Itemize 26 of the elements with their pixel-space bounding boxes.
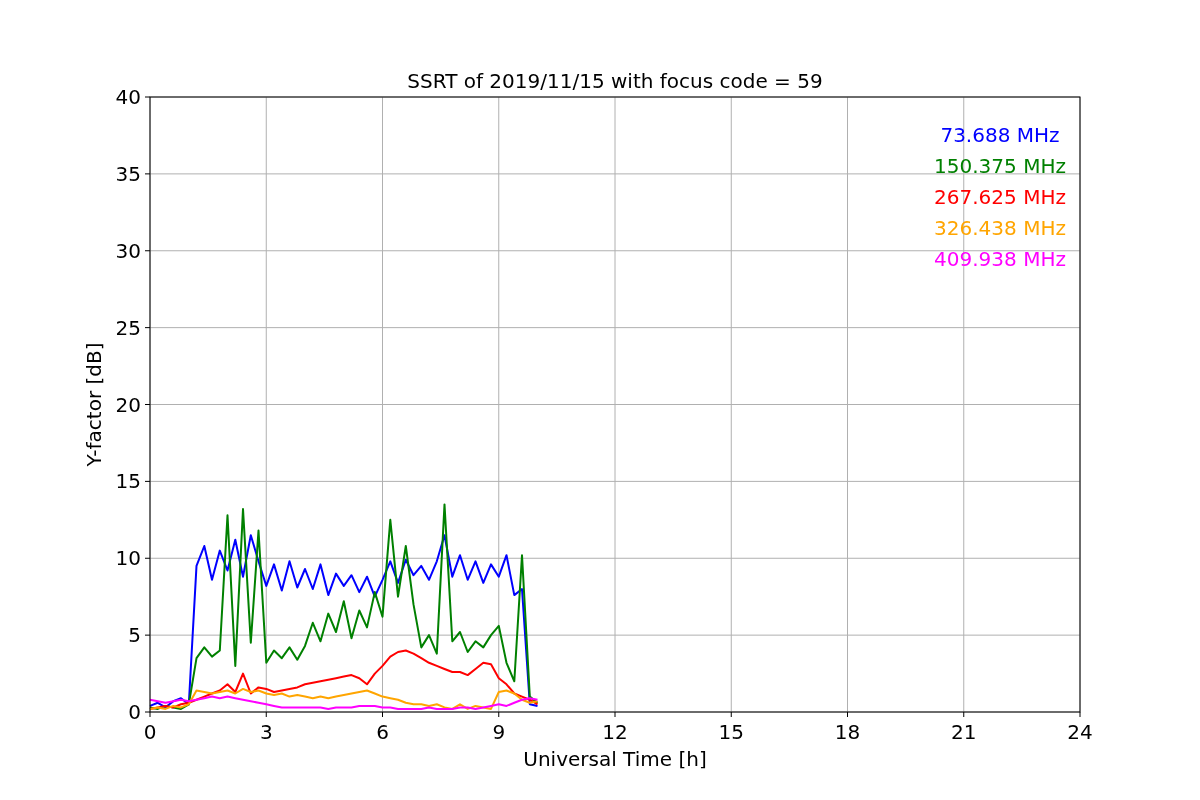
x-tick-label: 15 xyxy=(718,720,744,744)
y-tick-label: 25 xyxy=(115,315,141,340)
y-tick-label: 15 xyxy=(115,469,141,494)
x-tick-label: 12 xyxy=(602,720,628,744)
y-tick-label: 20 xyxy=(115,392,141,417)
y-tick-label: 40 xyxy=(115,85,141,109)
x-tick-label: 21 xyxy=(951,720,977,744)
legend-label: 150.375 MHz xyxy=(934,154,1066,178)
legend-label: 409.938 MHz xyxy=(934,247,1066,271)
x-tick-label: 6 xyxy=(376,720,389,744)
legend-label: 267.625 MHz xyxy=(934,185,1066,209)
x-tick-label: 0 xyxy=(143,720,157,744)
chart-title: SSRT of 2019/11/15 with focus code = 59 xyxy=(407,69,823,93)
y-tick-label: 35 xyxy=(115,161,141,186)
x-tick-label: 9 xyxy=(492,720,506,744)
y-tick-label: 10 xyxy=(115,546,141,571)
legend-label: 73.688 MHz xyxy=(940,123,1060,147)
y-tick-label: 5 xyxy=(128,623,141,648)
y-tick-label: 0 xyxy=(128,700,141,724)
y-axis-label: Y-factor [dB] xyxy=(82,342,106,467)
x-axis-label: Universal Time [h] xyxy=(523,747,707,771)
x-tick-label: 24 xyxy=(1067,720,1093,744)
x-tick-label: 3 xyxy=(259,720,273,744)
legend-label: 326.438 MHz xyxy=(934,216,1066,240)
y-tick-label: 30 xyxy=(115,238,141,263)
x-tick-label: 18 xyxy=(834,720,861,744)
